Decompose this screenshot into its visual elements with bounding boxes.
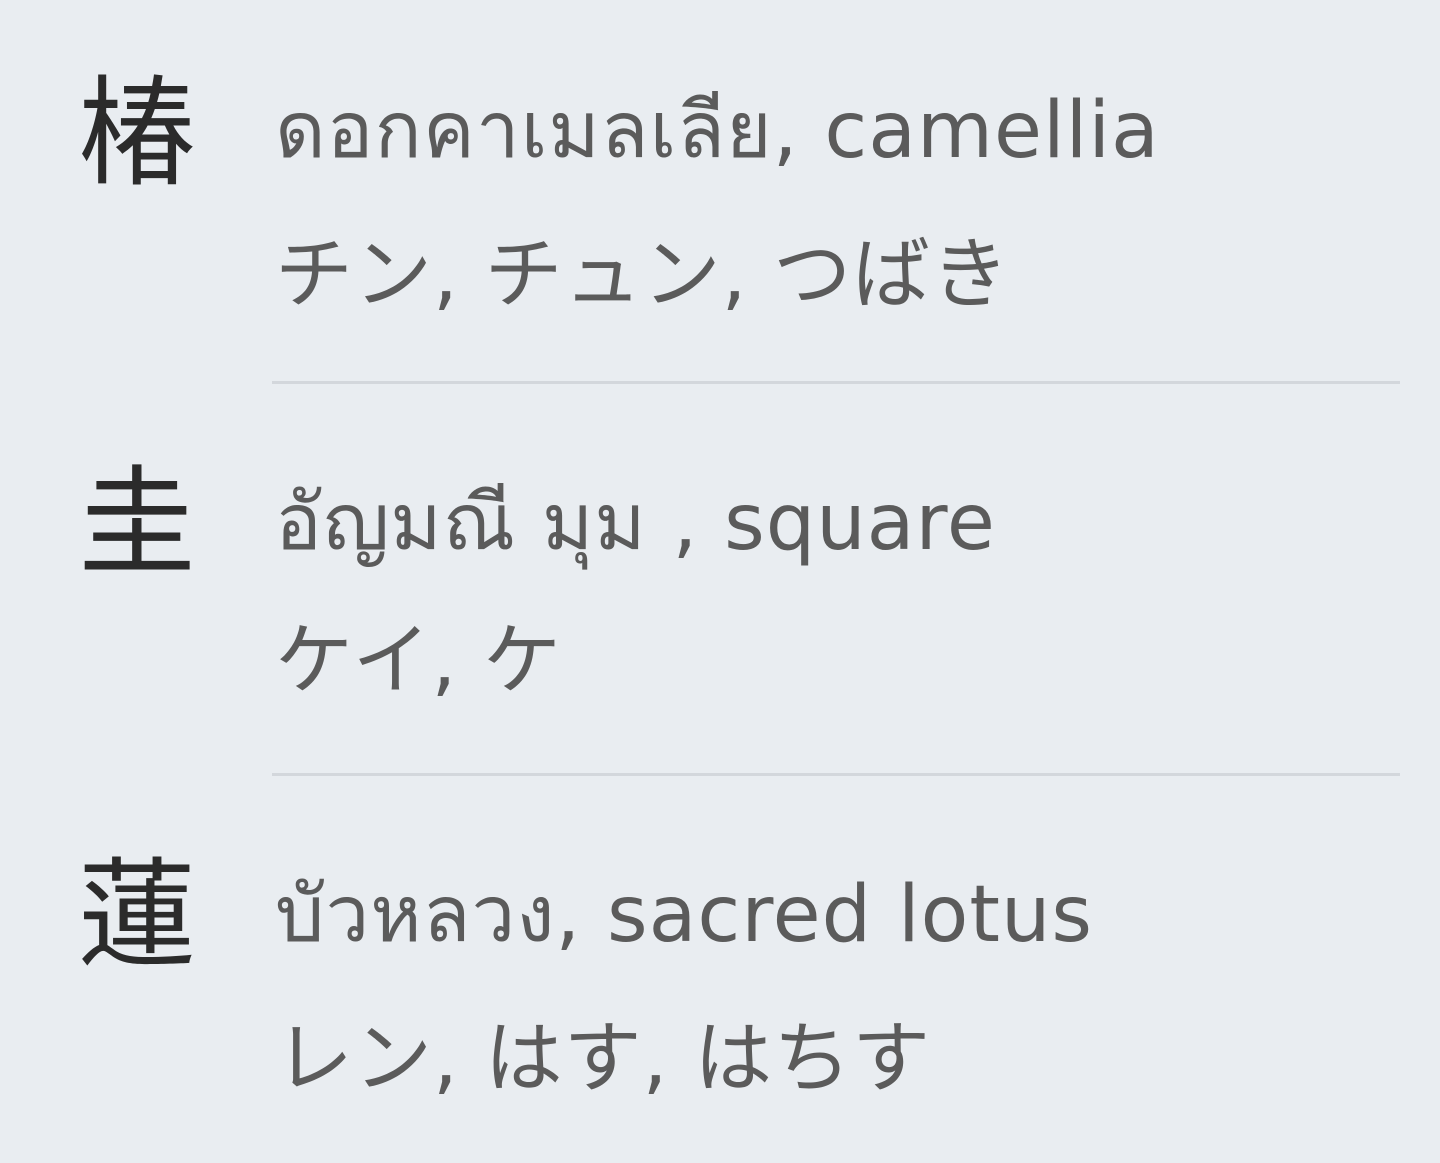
kanji-list: 椿 ดอกคาเมลเลีย, camellia チン, チュン, つばき 圭 … <box>0 0 1440 1163</box>
meanings-text: บัวหลวง, sacred lotus <box>275 870 1094 960</box>
readings-text: レン, はす, はちす <box>275 1014 932 1104</box>
list-item[interactable]: 圭 อัญมณี มุม , square ケイ, ケ <box>0 384 1440 774</box>
readings-text: チン, チュン, つばき <box>275 230 1011 320</box>
kanji-character: 蓮 <box>77 846 196 984</box>
list-item[interactable]: 椿 ดอกคาเมลเลีย, camellia チン, チュン, つばき <box>0 0 1440 383</box>
kanji-character: 圭 <box>77 454 196 592</box>
kanji-character: 椿 <box>77 64 196 202</box>
list-item[interactable]: 蓮 บัวหลวง, sacred lotus レン, はす, はちす <box>0 776 1440 1163</box>
readings-text: ケイ, ケ <box>275 616 563 706</box>
meanings-text: อัญมณี มุม , square <box>275 478 996 568</box>
meanings-text: ดอกคาเมลเลีย, camellia <box>275 86 1160 176</box>
